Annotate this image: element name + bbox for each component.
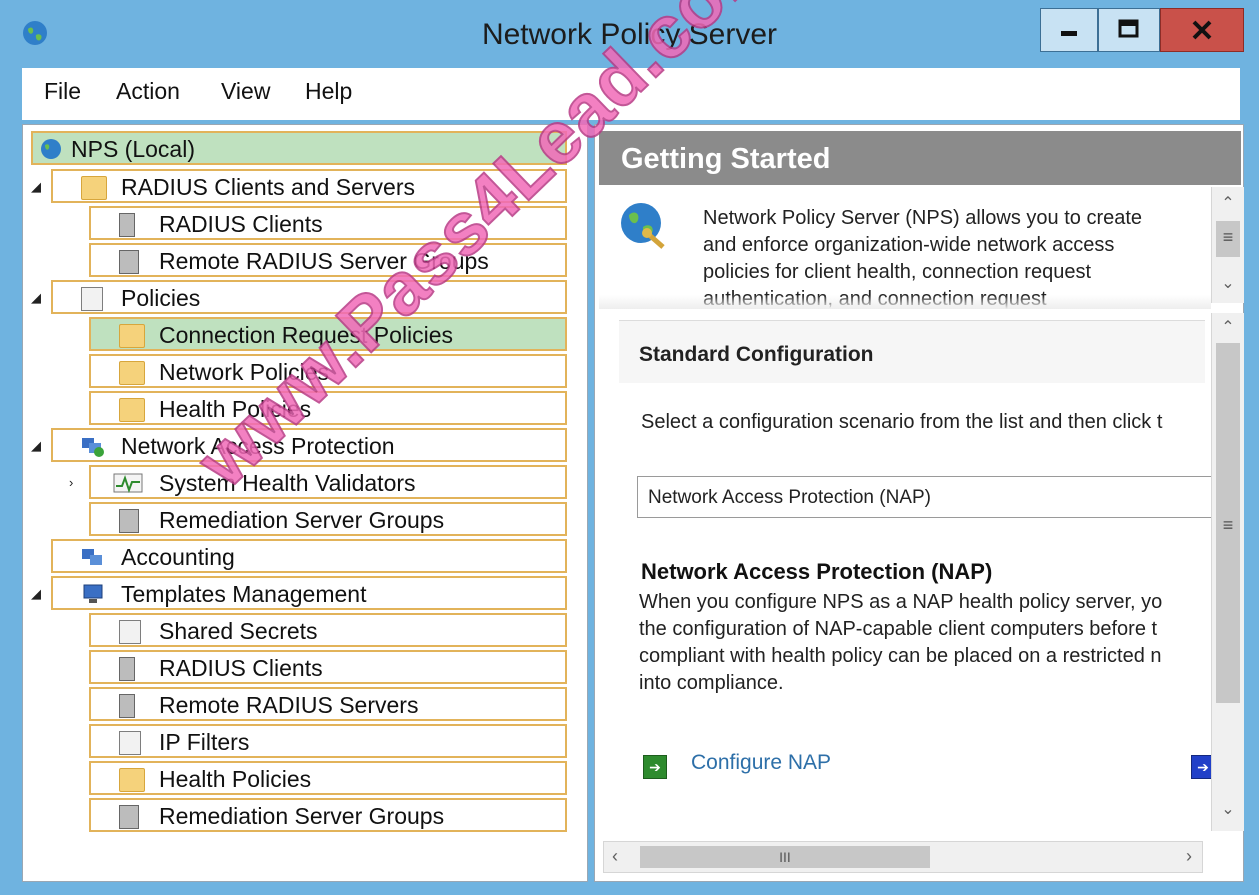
server-icon bbox=[119, 657, 135, 681]
document-icon bbox=[119, 620, 141, 644]
maximize-button[interactable] bbox=[1098, 8, 1160, 52]
folder-icon bbox=[119, 324, 145, 348]
tree-network-policies[interactable]: Network Policies bbox=[89, 354, 567, 388]
nap-description: When you configure NPS as a NAP health p… bbox=[639, 591, 1163, 694]
accounting-icon bbox=[82, 549, 102, 565]
minimize-icon bbox=[1061, 31, 1077, 36]
maximize-icon bbox=[1118, 19, 1139, 38]
intro-scrollbar[interactable]: ⌃ ≡ ⌄ bbox=[1211, 187, 1244, 303]
getting-started-title: Getting Started bbox=[621, 143, 831, 175]
server-icon bbox=[119, 213, 135, 237]
scroll-left-icon[interactable]: ‹ bbox=[612, 846, 618, 867]
expand-arrow-icon[interactable]: › bbox=[69, 475, 73, 490]
menu-action[interactable]: Action bbox=[116, 78, 180, 105]
tree-radius-clients-and-servers[interactable]: ◢ RADIUS Clients and Servers bbox=[31, 169, 567, 203]
close-icon bbox=[1192, 20, 1212, 40]
tree-templates-health-policies[interactable]: Health Policies bbox=[89, 761, 567, 795]
green-arrow-icon[interactable]: ➔ bbox=[643, 755, 667, 779]
standard-configuration-section: Standard Configuration Select a configur… bbox=[619, 320, 1217, 816]
scroll-thumb[interactable]: ≡ bbox=[1216, 221, 1240, 257]
standard-configuration-title: Standard Configuration bbox=[639, 343, 874, 366]
minimize-button[interactable] bbox=[1040, 8, 1098, 52]
tree-templates-remediation-server-groups[interactable]: Remediation Server Groups bbox=[89, 798, 567, 832]
intro-panel: Network Policy Server (NPS) allows you t… bbox=[599, 187, 1211, 309]
nap-heading: Network Access Protection (NAP) bbox=[641, 559, 993, 584]
tree-ip-filters[interactable]: IP Filters bbox=[89, 724, 567, 758]
configure-nap-link[interactable]: Configure NAP bbox=[691, 751, 831, 775]
tree-accounting[interactable]: Accounting bbox=[51, 539, 567, 573]
tree-templates-management[interactable]: ◢ Templates Management bbox=[31, 576, 567, 610]
server-group-icon bbox=[119, 805, 139, 829]
menu-view[interactable]: View bbox=[221, 78, 270, 105]
menu-bar: File Action View Help bbox=[22, 68, 1240, 120]
document-icon bbox=[119, 731, 141, 755]
folder-icon bbox=[119, 361, 145, 385]
tree-remote-radius-server-groups[interactable]: Remote RADIUS Server Groups bbox=[89, 243, 567, 277]
tree-health-policies[interactable]: Health Policies bbox=[89, 391, 567, 425]
health-chart-icon bbox=[113, 473, 143, 493]
tree-remediation-server-groups[interactable]: Remediation Server Groups bbox=[89, 502, 567, 536]
scroll-up-icon[interactable]: ⌃ bbox=[1212, 193, 1244, 213]
tree-policies[interactable]: ◢ Policies bbox=[31, 280, 567, 314]
horizontal-scroll-thumb[interactable]: III bbox=[640, 846, 930, 868]
policy-icon bbox=[81, 287, 103, 311]
server-group-icon bbox=[119, 509, 139, 533]
menu-help[interactable]: Help bbox=[305, 78, 352, 105]
getting-started-header: Getting Started bbox=[599, 131, 1241, 185]
collapse-arrow-icon[interactable]: ◢ bbox=[31, 438, 41, 454]
standard-configuration-header: Standard Configuration bbox=[619, 321, 1205, 383]
folder-icon bbox=[81, 176, 107, 200]
details-pane: Getting Started Network Policy Server (N… bbox=[594, 124, 1244, 882]
collapse-arrow-icon[interactable]: ◢ bbox=[31, 290, 41, 306]
nap-icon bbox=[82, 438, 104, 457]
tree-shared-secrets[interactable]: Shared Secrets bbox=[89, 613, 567, 647]
menu-file[interactable]: File bbox=[44, 78, 81, 105]
folder-icon bbox=[119, 768, 145, 792]
collapse-arrow-icon[interactable]: ◢ bbox=[31, 179, 41, 195]
console-tree: NPS (Local) ◢ RADIUS Clients and Servers… bbox=[22, 124, 588, 882]
templates-icon bbox=[83, 584, 103, 603]
main-scrollbar[interactable]: ⌃ ≡ ⌄ bbox=[1211, 313, 1244, 831]
title-bar[interactable]: Network Policy Server bbox=[0, 0, 1259, 66]
tree-radius-clients[interactable]: RADIUS Clients bbox=[89, 206, 567, 240]
scroll-up-icon[interactable]: ⌃ bbox=[1212, 317, 1244, 337]
nps-globe-icon bbox=[41, 139, 61, 159]
scenario-select[interactable]: Network Access Protection (NAP) bbox=[637, 476, 1217, 518]
scroll-thumb[interactable]: ≡ bbox=[1216, 343, 1240, 703]
collapse-arrow-icon[interactable]: ◢ bbox=[31, 586, 41, 602]
tree-connection-request-policies[interactable]: Connection Request Policies bbox=[89, 317, 567, 351]
horizontal-scrollbar[interactable]: ‹ III › bbox=[603, 841, 1203, 873]
scroll-down-icon[interactable]: ⌄ bbox=[1212, 273, 1244, 293]
tree-remote-radius-servers[interactable]: Remote RADIUS Servers bbox=[89, 687, 567, 721]
scroll-down-icon[interactable]: ⌄ bbox=[1212, 799, 1244, 819]
intro-text: Network Policy Server (NPS) allows you t… bbox=[703, 207, 1143, 309]
scroll-right-icon[interactable]: › bbox=[1186, 846, 1192, 867]
tree-system-health-validators[interactable]: › System Health Validators bbox=[69, 465, 567, 499]
server-group-icon bbox=[119, 250, 139, 274]
nps-globe-key-icon bbox=[621, 203, 665, 249]
tree-templates-radius-clients[interactable]: RADIUS Clients bbox=[89, 650, 567, 684]
folder-icon bbox=[119, 398, 145, 422]
tree-network-access-protection[interactable]: ◢ Network Access Protection bbox=[31, 428, 567, 462]
scenario-select-value: Network Access Protection (NAP) bbox=[648, 487, 931, 508]
close-button[interactable] bbox=[1160, 8, 1244, 52]
nps-window: Network Policy Server File Action View H… bbox=[0, 0, 1259, 895]
tree-nps-local[interactable]: NPS (Local) bbox=[31, 131, 567, 165]
server-icon bbox=[119, 694, 135, 718]
scenario-instruction: Select a configuration scenario from the… bbox=[641, 411, 1163, 433]
